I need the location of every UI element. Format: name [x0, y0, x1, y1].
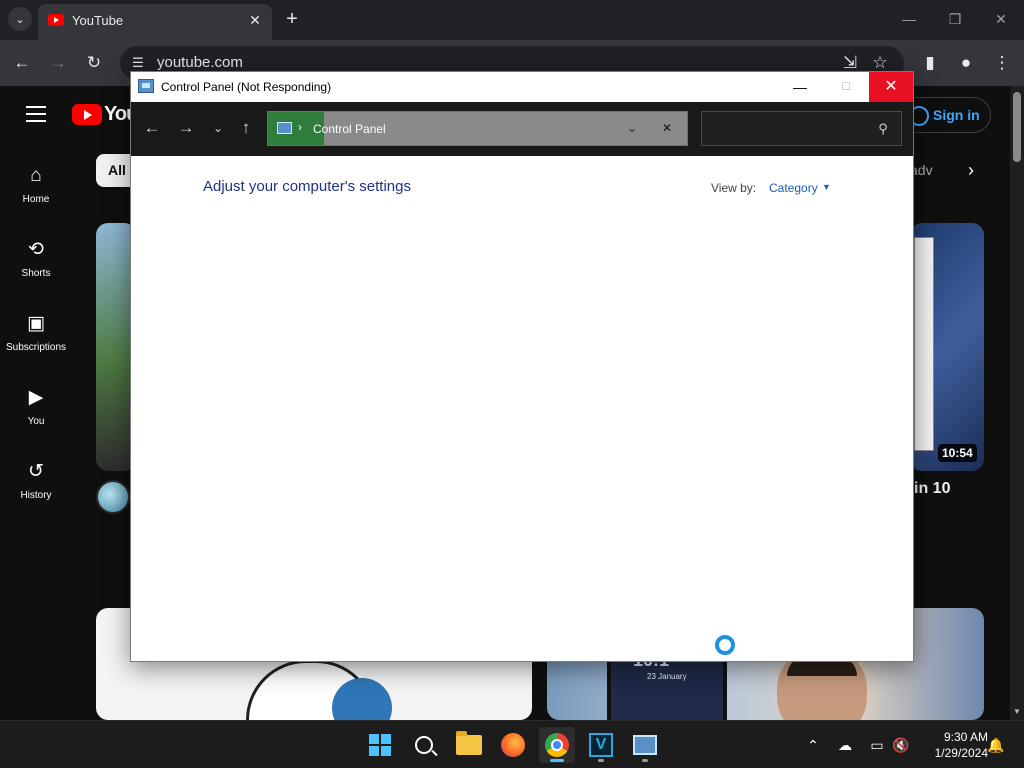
nav-home[interactable]: ⌂ Home	[0, 164, 72, 205]
taskbar: V ⌃ ☁ ▭ 🔇 9:30 AM 1/29/2024 🔔	[0, 720, 1024, 768]
firefox-icon	[501, 733, 525, 757]
clock-date: 1/29/2024	[934, 746, 988, 760]
address-clear-icon[interactable]: ✕	[658, 119, 676, 137]
chrome-button[interactable]	[539, 727, 575, 763]
window-title: Control Panel (Not Responding)	[161, 80, 332, 94]
video-title[interactable]: in 10	[914, 480, 950, 498]
address-bar[interactable]: › Control Panel ⌄ ✕	[267, 111, 688, 146]
browser-close-button[interactable]: ✕	[990, 8, 1012, 30]
search-icon[interactable]: ⚲	[874, 120, 892, 138]
video-duration-badge: 10:54	[938, 444, 977, 462]
you-icon: ▶	[28, 387, 44, 408]
running-app-indicator	[642, 759, 648, 762]
search-box[interactable]: ⚲	[701, 111, 902, 146]
nav-history-label: History	[20, 490, 52, 501]
network-icon[interactable]: ▭	[867, 735, 887, 755]
video-thumbnail[interactable]	[910, 223, 984, 471]
system-clock[interactable]: 9:30 AM 1/29/2024	[918, 729, 988, 761]
channel-avatar[interactable]	[96, 480, 130, 514]
scrollbar-thumb[interactable]	[1013, 92, 1021, 162]
nav-home-label: Home	[22, 194, 50, 205]
subscriptions-icon: ▣	[27, 313, 45, 334]
caret-down-icon[interactable]: ▼	[822, 182, 831, 192]
page-scrollbar[interactable]: ▼	[1010, 86, 1024, 720]
shorts-icon: ⟲	[28, 239, 44, 260]
taskbar-search-button[interactable]	[406, 727, 442, 763]
control-panel-icon	[277, 122, 292, 134]
nav-history[interactable]: ↺ History	[0, 460, 72, 501]
clock-time: 9:30 AM	[943, 730, 988, 744]
control-panel-taskbar-button[interactable]	[627, 727, 663, 763]
youtube-logo-icon[interactable]	[72, 104, 102, 125]
hamburger-menu-icon[interactable]	[26, 106, 46, 122]
windows-logo-icon	[369, 734, 391, 756]
tab-search-icon[interactable]: ⌄	[8, 7, 32, 31]
control-panel-icon	[138, 79, 154, 93]
new-tab-button[interactable]: +	[282, 9, 302, 29]
home-icon: ⌂	[30, 165, 42, 186]
maximize-button[interactable]: ☐	[823, 72, 869, 102]
virtualbox-button[interactable]: V	[583, 727, 619, 763]
start-button[interactable]	[362, 727, 398, 763]
nav-you[interactable]: ▶ You	[0, 386, 72, 427]
nav-shorts[interactable]: ⟲ Shorts	[0, 238, 72, 279]
file-explorer-button[interactable]	[451, 727, 487, 763]
busy-cursor-icon	[715, 635, 735, 655]
nav-subscriptions[interactable]: ▣ Subscriptions	[0, 312, 72, 353]
profile-icon[interactable]: ●	[954, 51, 978, 75]
view-by-label: View by:	[711, 181, 757, 195]
control-panel-titlebar[interactable]: Control Panel (Not Responding) — ☐ ✕	[131, 72, 913, 102]
forward-arrow-icon[interactable]: →	[175, 116, 197, 140]
view-by-dropdown[interactable]: Category	[769, 181, 818, 195]
control-panel-window: Control Panel (Not Responding) — ☐ ✕ ← →…	[130, 71, 914, 662]
side-panel-icon[interactable]: ▮	[918, 51, 942, 75]
back-arrow-icon[interactable]: ←	[141, 116, 163, 140]
explorer-navbar: ← → ⌄ ↑ › Control Panel ⌄ ✕ ⚲	[131, 102, 913, 156]
phone-date-text: 23 January	[647, 672, 687, 681]
browser-tab-strip: ⌄ YouTube ✕ + — ❐ ✕	[0, 0, 1024, 40]
minimize-button[interactable]: —	[777, 72, 823, 102]
youtube-favicon-icon	[48, 14, 64, 26]
browser-minimize-button[interactable]: —	[898, 8, 920, 30]
chevron-right-icon[interactable]: ›	[968, 160, 974, 181]
breadcrumb-control-panel[interactable]: Control Panel	[313, 122, 386, 136]
search-icon	[415, 736, 433, 754]
control-panel-icon	[633, 735, 657, 755]
reload-icon[interactable]: ↻	[82, 51, 106, 75]
nav-shorts-label: Shorts	[21, 268, 51, 279]
forward-arrow-icon[interactable]: →	[46, 51, 70, 75]
nav-subscriptions-label: Subscriptions	[5, 342, 67, 353]
volume-muted-icon[interactable]: 🔇	[891, 735, 911, 755]
breadcrumb-separator[interactable]: ›	[298, 120, 302, 134]
address-dropdown-chevron-icon[interactable]: ⌄	[623, 119, 641, 137]
notification-bell-icon[interactable]: 🔔	[986, 735, 1006, 755]
running-app-indicator	[598, 759, 604, 762]
folder-icon	[456, 731, 482, 755]
up-arrow-icon[interactable]: ↑	[235, 116, 257, 140]
back-arrow-icon[interactable]: ←	[10, 51, 34, 75]
chrome-icon	[545, 733, 569, 757]
v-app-icon: V	[589, 733, 613, 757]
url-text[interactable]: youtube.com	[157, 54, 243, 71]
history-icon: ↺	[28, 461, 44, 482]
firefox-button[interactable]	[495, 727, 531, 763]
show-hidden-icons-chevron-icon[interactable]: ⌃	[803, 735, 823, 755]
scroll-down-arrow-icon[interactable]: ▼	[1013, 707, 1021, 716]
tab-close-icon[interactable]: ✕	[246, 11, 264, 29]
site-info-icon[interactable]: ☰	[128, 53, 148, 73]
tab-youtube[interactable]: YouTube ✕	[38, 4, 272, 40]
close-button[interactable]: ✕	[869, 72, 913, 102]
onedrive-cloud-icon[interactable]: ☁	[835, 735, 855, 755]
tab-title: YouTube	[72, 13, 124, 28]
page-title: Adjust your computer's settings	[203, 178, 411, 195]
thumbnail-detail	[914, 237, 934, 451]
recent-locations-chevron-icon[interactable]: ⌄	[207, 116, 229, 140]
browser-maximize-button[interactable]: ❐	[944, 8, 966, 30]
active-app-indicator	[550, 759, 564, 762]
nav-you-label: You	[27, 416, 45, 427]
browser-menu-icon[interactable]: ⋮	[990, 51, 1014, 75]
